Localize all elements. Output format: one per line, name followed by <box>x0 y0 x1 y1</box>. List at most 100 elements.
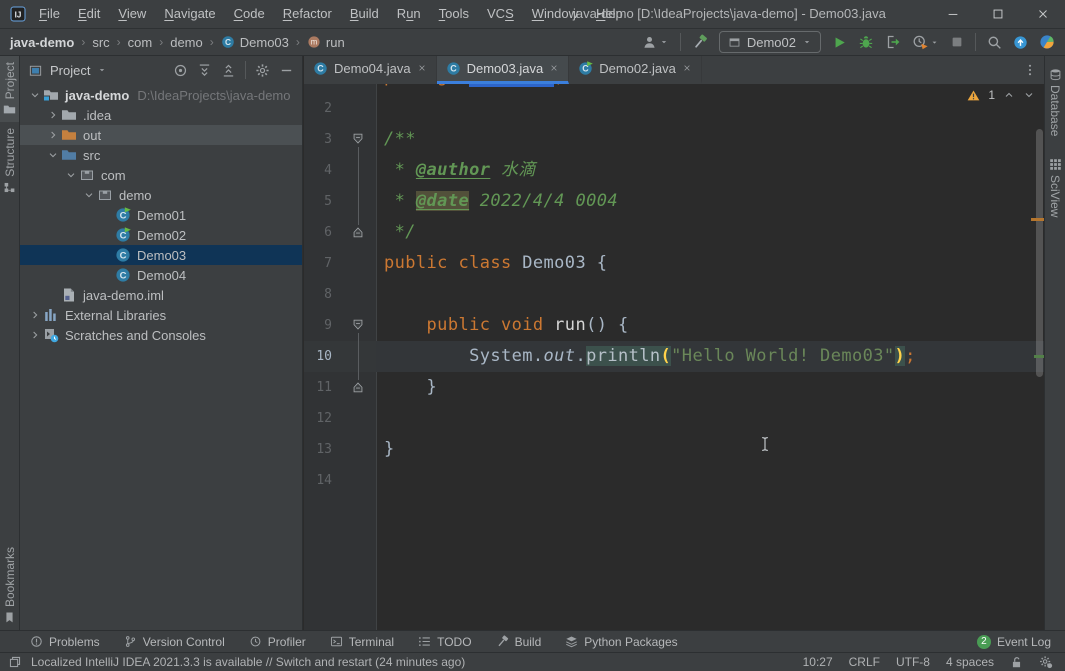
chevron-down-icon[interactable] <box>97 65 107 75</box>
breadcrumb-item-src[interactable]: src <box>92 35 109 50</box>
unlock-icon[interactable] <box>1010 656 1023 669</box>
tool-button-todo[interactable]: TODO <box>418 635 471 649</box>
notification-icon[interactable] <box>8 655 22 669</box>
breadcrumb-item-run[interactable]: mrun <box>307 35 345 50</box>
run-button[interactable] <box>832 35 847 50</box>
menu-tools[interactable]: Tools <box>430 0 478 28</box>
menu-navigate[interactable]: Navigate <box>155 0 224 28</box>
code-text[interactable]: } <box>376 372 1044 403</box>
menu-run[interactable]: Run <box>388 0 430 28</box>
tab-close-button[interactable] <box>549 61 559 76</box>
tree-item-scratches-and-consoles[interactable]: Scratches and Consoles <box>20 325 302 345</box>
code-text[interactable]: } <box>376 434 1044 465</box>
tree-item-java-demo[interactable]: java-demoD:\IdeaProjects\java-demo <box>20 85 302 105</box>
fold-marker[interactable] <box>340 217 376 248</box>
line-separator-widget[interactable]: CRLF <box>849 655 880 669</box>
tree-item-java-demo-iml[interactable]: java-demo.iml <box>20 285 302 305</box>
next-warning-button[interactable] <box>1023 89 1035 101</box>
menu-file[interactable]: File <box>30 0 69 28</box>
tab-demo04-java[interactable]: CDemo04.java <box>304 56 437 84</box>
fold-gutter[interactable] <box>340 341 376 372</box>
update-available-button[interactable] <box>1013 35 1028 50</box>
select-opened-file-button[interactable] <box>173 63 188 78</box>
tool-button-profiler[interactable]: Profiler <box>249 635 306 649</box>
code-text[interactable]: package com.demo; <box>376 84 1044 93</box>
tool-button-project[interactable]: Project <box>0 56 19 122</box>
tab-demo03-java[interactable]: CDemo03.java <box>437 56 570 84</box>
tree-item-out[interactable]: out <box>20 125 302 145</box>
chevron-down-icon[interactable] <box>62 169 79 181</box>
tool-button-sciview[interactable]: SciView <box>1045 152 1065 223</box>
tree-item--idea[interactable]: .idea <box>20 105 302 125</box>
breadcrumb-item-demo03[interactable]: CDemo03 <box>221 35 289 50</box>
fold-gutter[interactable] <box>340 155 376 186</box>
chevron-right-icon[interactable] <box>44 129 61 141</box>
fold-marker[interactable] <box>340 310 376 341</box>
code-text[interactable] <box>376 279 1044 310</box>
tree-item-demo03[interactable]: CDemo03 <box>20 245 302 265</box>
status-message[interactable]: Localized IntelliJ IDEA 2021.3.3 is avai… <box>31 655 465 669</box>
breadcrumb-item-java-demo[interactable]: java-demo <box>10 35 74 50</box>
code-text[interactable] <box>376 93 1044 124</box>
gear-icon[interactable] <box>1039 655 1053 669</box>
chevron-down-icon[interactable] <box>26 89 43 101</box>
code-editor[interactable]: 1package com.demo;23/**4 * @author 水滴5 *… <box>304 84 1044 630</box>
code-text[interactable] <box>376 465 1044 496</box>
debug-button[interactable] <box>858 34 874 50</box>
tree-item-external-libraries[interactable]: External Libraries <box>20 305 302 325</box>
tree-item-demo01[interactable]: CDemo01 <box>20 205 302 225</box>
code-text[interactable]: * @date 2022/4/4 0004 <box>376 186 1044 217</box>
code-text[interactable]: System.out.println("Hello World! Demo03"… <box>376 341 1044 372</box>
chevron-right-icon[interactable] <box>26 329 43 341</box>
tree-item-src[interactable]: src <box>20 145 302 165</box>
chevron-down-icon[interactable] <box>80 189 97 201</box>
event-log-button[interactable]: 2 Event Log <box>977 635 1051 649</box>
indent-widget[interactable]: 4 spaces <box>946 655 994 669</box>
code-text[interactable]: */ <box>376 217 1044 248</box>
run-with-coverage-button[interactable] <box>885 34 901 50</box>
ide-features-orb-icon[interactable] <box>1039 34 1055 50</box>
tool-button-bookmarks[interactable]: Bookmarks <box>0 541 19 630</box>
caret-stripe-mark[interactable] <box>1034 355 1044 358</box>
tool-button-structure[interactable]: Structure <box>0 122 19 200</box>
code-text[interactable] <box>376 403 1044 434</box>
close-button[interactable] <box>1020 0 1065 28</box>
code-text[interactable]: * @author 水滴 <box>376 155 1044 186</box>
chevron-right-icon[interactable] <box>44 109 61 121</box>
chevron-right-icon[interactable] <box>26 309 43 321</box>
stop-button[interactable] <box>950 35 964 49</box>
tool-button-version-control[interactable]: Version Control <box>124 635 225 649</box>
tool-button-python-packages[interactable]: Python Packages <box>565 635 677 649</box>
warning-stripe-mark[interactable] <box>1031 218 1044 221</box>
code-text[interactable]: /** <box>376 124 1044 155</box>
code-text[interactable]: public class Demo03 { <box>376 248 1044 279</box>
tool-button-terminal[interactable]: Terminal <box>330 635 394 649</box>
fold-marker[interactable] <box>340 372 376 403</box>
tab-demo02-java[interactable]: CDemo02.java <box>569 56 702 84</box>
tree-item-demo04[interactable]: CDemo04 <box>20 265 302 285</box>
menu-build[interactable]: Build <box>341 0 388 28</box>
prev-warning-button[interactable] <box>1003 89 1015 101</box>
expand-all-button[interactable] <box>197 63 212 78</box>
menu-vcs[interactable]: VCS <box>478 0 523 28</box>
tree-item-demo02[interactable]: CDemo02 <box>20 225 302 245</box>
menu-edit[interactable]: Edit <box>69 0 109 28</box>
fold-marker[interactable] <box>340 124 376 155</box>
breadcrumb-item-com[interactable]: com <box>128 35 153 50</box>
run-configuration-select[interactable]: Demo02 <box>719 31 821 53</box>
inspections-widget[interactable]: 1 <box>967 88 1035 102</box>
tab-options-kebab-icon[interactable] <box>1023 56 1044 84</box>
chevron-down-icon[interactable] <box>44 149 61 161</box>
menu-code[interactable]: Code <box>225 0 274 28</box>
tool-button-database[interactable]: Database <box>1045 62 1065 142</box>
caret-position-widget[interactable]: 10:27 <box>803 655 833 669</box>
hide-panel-button[interactable] <box>279 63 294 78</box>
tool-button-build[interactable]: Build <box>496 635 542 649</box>
maximize-button[interactable] <box>975 0 1020 28</box>
editor-scrollbar[interactable] <box>1036 129 1043 377</box>
menu-view[interactable]: View <box>109 0 155 28</box>
tree-item-demo[interactable]: demo <box>20 185 302 205</box>
code-text[interactable]: public void run() { <box>376 310 1044 341</box>
breadcrumb-item-demo[interactable]: demo <box>170 35 203 50</box>
build-project-button[interactable] <box>692 34 708 50</box>
